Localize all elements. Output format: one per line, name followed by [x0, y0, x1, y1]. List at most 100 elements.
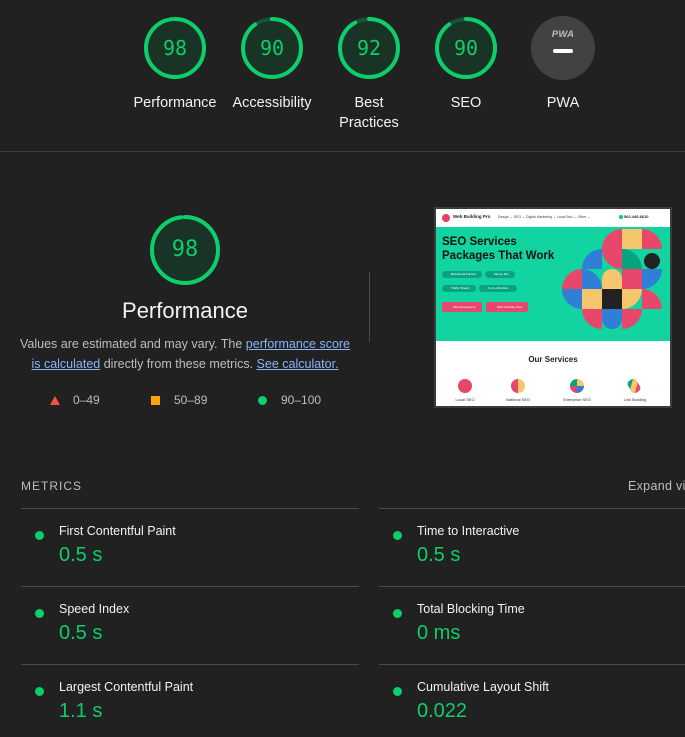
gauge-ring: 90 — [240, 16, 304, 80]
art-shape — [602, 309, 622, 329]
art-shape — [562, 289, 582, 309]
service-label: Enterprise SEO — [563, 397, 591, 402]
final-screenshot[interactable]: Web Building Pro Design ⌄ SEO ⌄ Digital … — [434, 207, 672, 408]
gauge-ring: 92 — [337, 16, 401, 80]
metric-value: 0.5 s — [59, 622, 103, 644]
lighthouse-report: 98 Performance 90 Accessibility 92 Best … — [0, 0, 685, 737]
art-shape — [582, 309, 602, 329]
section-divider — [0, 151, 685, 152]
gauge-ring: 98 — [143, 16, 207, 80]
metric-divider — [21, 508, 359, 509]
pass-circle-icon — [393, 687, 402, 696]
triangle-icon — [50, 396, 60, 405]
service-label: Link Building — [623, 397, 647, 402]
gauge-label: SEO — [450, 95, 482, 111]
thumb-hero: SEO Services Packages That Work Behavior… — [436, 227, 670, 341]
pass-circle-icon — [393, 531, 402, 540]
art-shape — [602, 269, 622, 289]
thumb-pill: Behavioral Factors — [442, 271, 482, 278]
thumb-headline: SEO Services Packages That Work — [442, 236, 555, 262]
metric-divider — [379, 586, 685, 587]
gauge-label: Best Practices — [339, 95, 399, 131]
art-shape — [602, 289, 622, 309]
service-label: Local SEO — [455, 397, 475, 402]
metric-value: 0.5 s — [59, 544, 103, 566]
metric-divider — [379, 664, 685, 665]
art-shape — [644, 253, 660, 269]
metric-fcp: First Contentful Paint 0.5 s — [21, 524, 321, 594]
pwa-logo-text: PWA — [551, 29, 575, 40]
metric-lcp: Largest Contentful Paint 1.1 s — [21, 680, 321, 737]
art-shape — [622, 309, 642, 329]
art-shape — [622, 289, 642, 309]
phone-icon — [619, 215, 623, 219]
metric-divider — [379, 508, 685, 509]
art-shape — [582, 249, 602, 269]
circle-icon — [258, 396, 267, 405]
metric-name: Time to Interactive — [417, 524, 520, 538]
art-shape — [622, 249, 642, 269]
square-icon — [151, 396, 160, 405]
thumb-pill: Traffic Stream — [442, 285, 476, 292]
metric-divider — [21, 664, 359, 665]
service-icon — [458, 379, 472, 393]
metric-name: First Contentful Paint — [59, 524, 176, 538]
gauge-performance[interactable]: 98 Performance — [120, 16, 230, 113]
thumb-pill: Conv. Direction — [479, 285, 517, 292]
art-shape — [622, 269, 642, 289]
thumb-navbar: Web Building Pro Design ⌄ SEO ⌄ Digital … — [436, 209, 670, 227]
metric-value: 0.5 s — [417, 544, 461, 566]
gauge-score: 92 — [356, 36, 382, 60]
art-shape — [622, 229, 642, 249]
legend-range: 50–89 — [174, 393, 208, 407]
thumb-phone: 562.446.6610 — [624, 214, 649, 219]
gauge-score: 90 — [259, 36, 285, 60]
gauge-score: 90 — [453, 36, 479, 60]
gauge-accessibility[interactable]: 90 Accessibility — [217, 16, 327, 113]
thumb-services-title: Our Services — [528, 355, 578, 364]
legend-range: 0–49 — [73, 393, 100, 407]
metric-divider — [21, 586, 359, 587]
metric-speed-index: Speed Index 0.5 s — [21, 602, 321, 672]
art-shape — [642, 289, 662, 309]
metric-tbt: Total Blocking Time 0 ms — [379, 602, 679, 672]
expand-view-toggle[interactable]: Expand view — [628, 479, 685, 493]
art-shape — [582, 289, 602, 309]
vertical-divider — [369, 272, 370, 342]
thumb-button: SEO Website Pros — [486, 302, 528, 312]
performance-gauge: 98 — [149, 214, 221, 286]
desc-text: Values are estimated and may vary. The — [19, 337, 246, 351]
metric-value: 0 ms — [417, 622, 461, 644]
gauge-seo[interactable]: 90 SEO — [411, 16, 521, 113]
metrics-header: METRICS — [21, 479, 82, 493]
metric-value: 0.022 — [417, 700, 468, 722]
thumb-pill: Money Bot — [485, 271, 515, 278]
category-gauges: 98 Performance 90 Accessibility 92 Best … — [0, 0, 685, 152]
pass-circle-icon — [35, 687, 44, 696]
service-icon — [511, 379, 525, 393]
thumb-brand: Web Building Pro — [453, 214, 491, 219]
desc-text: directly from these metrics. — [100, 357, 257, 371]
legend-range: 90–100 — [281, 393, 322, 407]
gauge-pwa[interactable]: PWA PWA — [508, 16, 618, 113]
art-shape — [642, 269, 662, 289]
art-shape — [582, 269, 602, 289]
thumb-logo-icon — [442, 214, 450, 222]
pass-circle-icon — [393, 609, 402, 618]
see-calculator-link[interactable]: See calculator. — [257, 357, 339, 371]
art-shape — [602, 249, 622, 269]
gauge-label: Performance — [133, 95, 217, 111]
service-icon — [570, 379, 584, 393]
performance-description: Values are estimated and may vary. The p… — [18, 334, 352, 374]
gauge-label: PWA — [546, 95, 580, 111]
metric-name: Cumulative Layout Shift — [417, 680, 550, 694]
metric-name: Largest Contentful Paint — [59, 680, 194, 694]
gauge-label: Accessibility — [232, 95, 312, 111]
metric-value: 1.1 s — [59, 700, 103, 722]
thumb-menu: Design ⌄ SEO ⌄ Digital Marketing ⌄ Local… — [498, 215, 591, 219]
art-shape — [602, 229, 622, 249]
service-icon — [626, 377, 642, 395]
gauge-best-practices[interactable]: 92 Best Practices — [314, 16, 424, 133]
gauge-ring: 90 — [434, 16, 498, 80]
gauge-score: 98 — [162, 36, 188, 60]
